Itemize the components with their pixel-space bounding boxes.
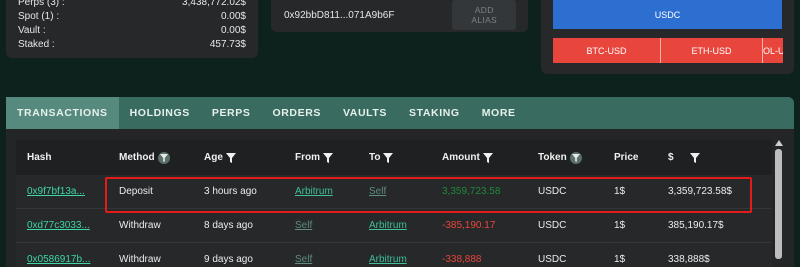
tx-method: Deposit bbox=[119, 186, 153, 197]
summary-row-perps: Perps (3) : 3,438,772.02$ bbox=[18, 0, 246, 10]
tab-staking[interactable]: STAKING bbox=[398, 97, 471, 129]
header-usd: $ bbox=[668, 152, 764, 163]
pair-sol-usd[interactable]: OL-USI bbox=[763, 38, 783, 63]
table-row: 0x0586917b... Withdraw 9 days ago Self A… bbox=[16, 243, 772, 267]
summary-label: Staked : bbox=[18, 39, 55, 50]
table-row: 0x9f7bf13a... Deposit 3 hours ago Arbitr… bbox=[16, 175, 772, 209]
header-token: Token bbox=[538, 151, 614, 164]
pair-eth-usd[interactable]: ETH-USD bbox=[661, 38, 763, 63]
tx-to-link[interactable]: Self bbox=[369, 186, 386, 197]
tx-usd-value: 385,190.17$ bbox=[668, 220, 724, 231]
tx-price: 1$ bbox=[614, 254, 626, 265]
tx-from-link[interactable]: Arbitrum bbox=[295, 186, 333, 197]
address-card: 0x92bbD811...071A9b6F ADD ALIAS bbox=[271, 0, 528, 32]
tx-usd-value: 338,888$ bbox=[668, 254, 710, 265]
filter-icon[interactable] bbox=[225, 152, 236, 163]
tx-age: 8 days ago bbox=[204, 220, 253, 231]
tab-bar: TRANSACTIONS HOLDINGS PERPS ORDERS VAULT… bbox=[6, 97, 794, 129]
summary-value: 0.00$ bbox=[220, 11, 246, 22]
scroll-up-icon[interactable] bbox=[775, 140, 783, 146]
header-label: Age bbox=[204, 152, 223, 163]
table-row: 0xd77c3033... Withdraw 8 days ago Self A… bbox=[16, 209, 772, 243]
tx-price: 1$ bbox=[614, 186, 626, 197]
activity-panel: TRANSACTIONS HOLDINGS PERPS ORDERS VAULT… bbox=[6, 97, 794, 267]
summary-label: Spot (1) : bbox=[18, 11, 60, 22]
tx-amount: 3,359,723.58 bbox=[442, 186, 501, 197]
table-scrollbar[interactable] bbox=[775, 140, 783, 267]
header-label: Hash bbox=[27, 152, 52, 163]
filter-icon[interactable] bbox=[323, 152, 333, 163]
tx-from-link[interactable]: Self bbox=[295, 220, 312, 231]
summary-row-staked: Staked : 457.73$ bbox=[18, 38, 246, 52]
summary-label: Vault : bbox=[18, 25, 46, 36]
table-header: Hash Method Age From To Amount Token Pri… bbox=[16, 140, 772, 175]
tx-amount: -338,888 bbox=[442, 254, 482, 265]
filter-icon[interactable] bbox=[482, 152, 493, 163]
tx-age: 9 days ago bbox=[204, 254, 253, 265]
header-label: From bbox=[295, 152, 320, 163]
summary-value: 457.73$ bbox=[209, 39, 246, 50]
pair-btc-usd[interactable]: BTC-USD bbox=[553, 38, 661, 63]
tx-token: USDC bbox=[538, 220, 567, 231]
summary-value: 0.00$ bbox=[220, 25, 246, 36]
header-method: Method bbox=[119, 151, 204, 164]
tab-vaults[interactable]: VAULTS bbox=[332, 97, 398, 129]
header-label: $ bbox=[668, 152, 674, 163]
header-age: Age bbox=[204, 152, 295, 163]
header-price: Price bbox=[614, 152, 668, 163]
tx-amount: -385,190.17 bbox=[442, 220, 496, 231]
tx-price: 1$ bbox=[614, 220, 626, 231]
header-amount: Amount bbox=[442, 152, 538, 163]
add-alias-button[interactable]: ADD ALIAS bbox=[452, 0, 516, 30]
tx-to-link[interactable]: Arbitrum bbox=[369, 220, 407, 231]
tx-token: USDC bbox=[538, 254, 567, 265]
filter-icon[interactable] bbox=[689, 152, 700, 163]
header-hash: Hash bbox=[16, 152, 119, 163]
tab-more[interactable]: MORE bbox=[471, 97, 527, 129]
wallet-address[interactable]: 0x92bbD811...071A9b6F bbox=[284, 10, 394, 21]
pair-selector: BTC-USD ETH-USD OL-USI bbox=[553, 38, 783, 63]
header-label: Amount bbox=[442, 152, 480, 163]
tx-token: USDC bbox=[538, 186, 567, 197]
summary-row-vault: Vault : 0.00$ bbox=[18, 24, 246, 38]
usdc-selector[interactable]: USDC bbox=[553, 0, 782, 29]
tab-orders[interactable]: ORDERS bbox=[261, 97, 332, 129]
tx-hash-link[interactable]: 0xd77c3033... bbox=[27, 220, 90, 231]
tx-method: Withdraw bbox=[119, 254, 161, 265]
scroll-thumb[interactable] bbox=[775, 149, 782, 259]
tab-perps[interactable]: PERPS bbox=[201, 97, 262, 129]
tx-hash-link[interactable]: 0x0586917b... bbox=[27, 254, 90, 265]
header-label: To bbox=[369, 152, 381, 163]
header-to: To bbox=[369, 152, 442, 163]
filter-icon[interactable] bbox=[157, 151, 170, 164]
balance-summary-card: Perps (3) : 3,438,772.02$ Spot (1) : 0.0… bbox=[6, 0, 258, 58]
tab-transactions[interactable]: TRANSACTIONS bbox=[6, 97, 119, 129]
filter-icon[interactable] bbox=[383, 152, 394, 163]
summary-row-spot: Spot (1) : 0.00$ bbox=[18, 10, 246, 24]
tab-holdings[interactable]: HOLDINGS bbox=[119, 97, 201, 129]
header-label: Token bbox=[538, 152, 567, 163]
tx-usd-value: 3,359,723.58$ bbox=[668, 186, 732, 197]
header-label: Price bbox=[614, 152, 639, 163]
currency-card: USDC BTC-USD ETH-USD OL-USI bbox=[541, 0, 794, 74]
tx-to-link[interactable]: Arbitrum bbox=[369, 254, 407, 265]
filter-icon[interactable] bbox=[569, 151, 582, 164]
transactions-table: Hash Method Age From To Amount Token Pri… bbox=[16, 140, 772, 267]
tx-age: 3 hours ago bbox=[204, 186, 257, 197]
header-from: From bbox=[295, 152, 369, 163]
tx-hash-link[interactable]: 0x9f7bf13a... bbox=[27, 186, 85, 197]
tx-from-link[interactable]: Self bbox=[295, 254, 312, 265]
summary-label: Perps (3) : bbox=[18, 0, 65, 8]
tx-method: Withdraw bbox=[119, 220, 161, 231]
header-label: Method bbox=[119, 152, 155, 163]
summary-value: 3,438,772.02$ bbox=[182, 0, 246, 8]
